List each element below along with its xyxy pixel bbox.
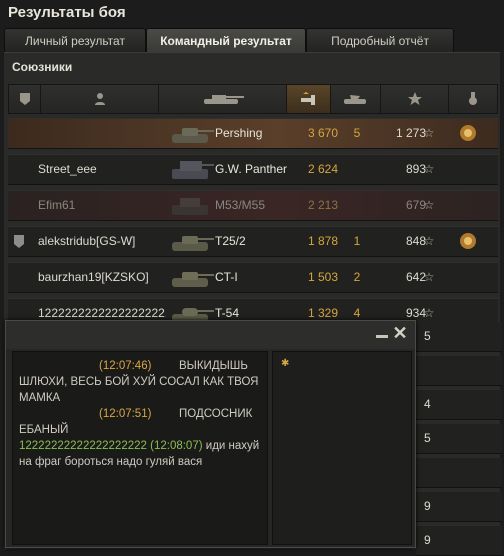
experience-value: 1 273 <box>395 126 426 140</box>
table-row[interactable]: 4 <box>416 390 502 420</box>
frags-value <box>350 155 364 184</box>
table-row[interactable]: baurzhan19[KZSKO] CT-I 1 503 2 642 ☆ <box>8 262 498 293</box>
hidden-rows-right-edge: 5 4 5 9 9 <box>416 320 504 556</box>
allies-label: Союзники <box>12 60 73 74</box>
damage-value: 2 624 <box>307 162 338 176</box>
table-row[interactable]: 9 <box>416 492 502 522</box>
star-icon: ☆ <box>423 126 435 140</box>
table-row[interactable]: 9 <box>416 526 502 556</box>
table-row[interactable]: Pershing 3 670 5 1 273 ☆ <box>8 118 498 149</box>
column-frags[interactable] <box>331 85 381 113</box>
tank-thumbnail <box>166 155 216 184</box>
shield-icon <box>19 93 30 105</box>
column-damage[interactable] <box>287 85 331 113</box>
tab-detailed-report[interactable]: Подробный отчёт <box>306 28 454 52</box>
message-time: (12:07:51) <box>99 408 152 420</box>
tank-thumbnail <box>166 227 216 256</box>
frags-value: 2 <box>353 270 361 284</box>
message-time: (12:08:07) <box>150 440 203 452</box>
table-row[interactable]: 5 <box>416 424 502 454</box>
tank-thumbnail <box>166 191 216 220</box>
column-medals[interactable] <box>449 85 497 113</box>
frags-value: 1 <box>353 234 361 248</box>
column-experience[interactable] <box>381 85 449 113</box>
vehicle-name: CT-I <box>215 270 238 284</box>
medal-icon[interactable] <box>458 227 478 256</box>
damage-value: 1 503 <box>307 270 338 284</box>
tank-thumbnail <box>166 263 216 292</box>
damage-value: 3 670 <box>307 126 338 140</box>
vehicle-name: G.W. Panther <box>215 162 288 176</box>
experience-value: 848 <box>405 234 426 248</box>
window-title: Результаты боя <box>8 4 126 21</box>
tab-bar: Личный результат Командный результат Под… <box>4 28 500 52</box>
player-name <box>38 119 166 148</box>
chat-message: 12222222222222222222 (12:08:07) иди наху… <box>19 438 261 470</box>
star-icon: ☆ <box>423 198 435 212</box>
experience-value: 642 <box>405 270 426 284</box>
table-row[interactable]: Efim61 M53/M55 2 213 679 ☆ <box>8 190 498 221</box>
vehicle-name: Pershing <box>215 126 263 140</box>
player-name: Efim61 <box>38 198 76 212</box>
damage-value: 2 213 <box>307 198 338 212</box>
experience-value: 679 <box>405 198 426 212</box>
vehicle-name: M53/M55 <box>215 198 266 212</box>
column-player[interactable] <box>41 85 159 113</box>
table-row[interactable]: 5 <box>416 322 502 352</box>
close-icon[interactable]: ✕ <box>392 324 408 342</box>
tank-icon <box>203 95 244 104</box>
table-header <box>8 84 498 114</box>
tab-personal-result[interactable]: Личный результат <box>4 28 146 52</box>
experience-value: 5 <box>424 431 431 445</box>
asterisk-icon: ✱ <box>281 358 290 369</box>
destroyed-tank-icon <box>343 95 366 104</box>
experience-value: 893 <box>405 162 426 176</box>
table-row[interactable]: alekstridub[GS-W] T25/2 1 878 1 848 ☆ <box>8 226 498 257</box>
chat-members-panel[interactable]: ✱ <box>272 351 412 545</box>
table-row[interactable]: Street_eee G.W. Panther 2 624 893 ☆ <box>8 154 498 185</box>
frags-value <box>350 191 364 220</box>
experience-value: 9 <box>424 533 431 547</box>
star-icon: ☆ <box>423 234 435 248</box>
tab-team-result[interactable]: Командный результат <box>146 28 306 52</box>
clan-shield-icon <box>12 227 32 256</box>
tank-thumbnail <box>166 119 216 148</box>
player-name: Street_eee <box>38 162 97 176</box>
frags-value: 5 <box>353 126 361 140</box>
damage-value: 1 878 <box>307 234 338 248</box>
medal-icon[interactable] <box>458 119 478 148</box>
message-nick[interactable]: 12222222222222222222 <box>19 440 147 452</box>
star-icon <box>407 92 422 105</box>
player-name: alekstridub[GS-W] <box>38 234 136 248</box>
column-vehicle[interactable] <box>159 85 287 113</box>
experience-value: 5 <box>424 329 431 343</box>
message-time: (12:07:46) <box>99 360 152 372</box>
damage-icon <box>300 92 315 105</box>
vehicle-name: T25/2 <box>215 234 246 248</box>
person-icon <box>94 93 105 105</box>
player-name: baurzhan19[KZSKO] <box>38 270 149 284</box>
allies-table: Pershing 3 670 5 1 273 ☆ Street_eee G.W.… <box>8 118 498 334</box>
experience-value: 9 <box>424 499 431 513</box>
chat-window[interactable]: ✕ (12:07:46) ВЫКИДЫШЬ ШЛЮХИ, ВЕСЬ БОЙ ХУ… <box>5 320 416 548</box>
medal-icon <box>469 92 477 105</box>
chat-titlebar[interactable] <box>6 321 415 349</box>
star-icon: ☆ <box>423 162 435 176</box>
table-row[interactable] <box>416 458 502 488</box>
experience-value: 4 <box>424 397 431 411</box>
star-icon: ☆ <box>423 270 435 284</box>
chat-log[interactable]: (12:07:46) ВЫКИДЫШЬ ШЛЮХИ, ВЕСЬ БОЙ ХУЙ … <box>12 351 268 545</box>
table-row[interactable] <box>416 356 502 386</box>
minimize-icon[interactable] <box>376 335 388 338</box>
column-clan[interactable] <box>9 85 41 113</box>
